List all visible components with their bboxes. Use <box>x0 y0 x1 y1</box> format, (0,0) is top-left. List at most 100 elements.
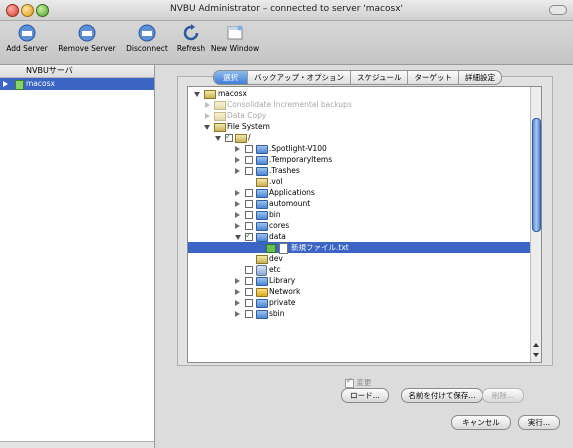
scroll-down-icon[interactable] <box>533 353 539 357</box>
folder-icon <box>256 200 268 209</box>
include-checkbox[interactable] <box>245 299 253 307</box>
tree-row-label: .Spotlight-V100 <box>269 144 327 153</box>
tree-row[interactable]: Data Copy <box>188 110 530 121</box>
network-folder-icon <box>256 288 268 297</box>
tree-row[interactable]: Consolidate Incremental backups <box>188 99 530 110</box>
tree-row[interactable]: dev <box>188 253 530 264</box>
include-checked-icon[interactable] <box>266 244 276 253</box>
toolbar-toggle-icon[interactable] <box>549 5 567 15</box>
main-pane: 選択 バックアップ・オプション スケジュール ターゲット 詳細設定 macosx… <box>155 65 573 448</box>
disclosure-closed-icon[interactable] <box>235 168 240 174</box>
disclosure-closed-icon[interactable] <box>235 212 240 218</box>
disclosure-closed-icon[interactable] <box>235 223 240 229</box>
tree-row[interactable]: .vol <box>188 176 530 187</box>
disconnect-icon <box>138 24 156 42</box>
remove-server-label: Remove Server <box>58 44 116 53</box>
tree-row-label: sbin <box>269 309 285 318</box>
disclosure-open-icon[interactable] <box>204 125 210 130</box>
server-icon <box>15 80 24 90</box>
tree-row[interactable]: Applications <box>188 187 530 198</box>
include-checkbox[interactable] <box>245 167 253 175</box>
folder-icon <box>256 167 268 176</box>
tree-scrollbar[interactable] <box>530 87 541 362</box>
include-checkbox[interactable] <box>245 211 253 219</box>
disclosure-closed-icon[interactable] <box>235 190 240 196</box>
include-checkbox[interactable] <box>245 277 253 285</box>
disclosure-closed-icon[interactable] <box>235 311 240 317</box>
execute-button[interactable]: 実行... <box>518 415 560 430</box>
disconnect-button[interactable]: Disconnect <box>122 24 172 53</box>
scrollbar-thumb[interactable] <box>532 118 541 232</box>
window-title: NVBU Administrator – connected to server… <box>169 4 404 14</box>
refresh-button[interactable]: Refresh <box>174 24 208 53</box>
tab-backup-options[interactable]: バックアップ・オプション <box>248 71 351 84</box>
folder-icon <box>256 145 268 154</box>
tree-row-label: Data Copy <box>227 111 267 120</box>
tree-row[interactable]: .TemporaryItems <box>188 154 530 165</box>
new-window-label: New Window <box>210 44 260 53</box>
sidebar-item-macosx[interactable]: macosx <box>0 78 154 90</box>
disclosure-closed-icon[interactable] <box>235 300 240 306</box>
tab-advanced[interactable]: 詳細設定 <box>459 71 501 84</box>
tree-row[interactable]: sbin <box>188 308 530 319</box>
disclosure-closed-icon[interactable] <box>235 201 240 207</box>
tree-row[interactable]: automount <box>188 198 530 209</box>
include-checkbox[interactable] <box>245 200 253 208</box>
include-checkbox[interactable] <box>245 145 253 153</box>
tree-row[interactable]: File System <box>188 121 530 132</box>
tree-row[interactable]: cores <box>188 220 530 231</box>
tree-row[interactable]: data <box>188 230 530 242</box>
tree-row[interactable]: bin <box>188 209 530 220</box>
new-window-button[interactable]: New Window <box>210 24 260 53</box>
include-checkbox[interactable] <box>245 222 253 230</box>
include-checkbox[interactable] <box>245 189 253 197</box>
disclosure-closed-icon[interactable] <box>235 289 240 295</box>
tree-row[interactable]: etc <box>188 264 530 276</box>
tree-row[interactable]: macosx <box>188 88 530 99</box>
sidebar-footer <box>0 441 154 448</box>
folder-icon <box>256 211 268 220</box>
tree-row-label: Consolidate Incremental backups <box>227 100 352 109</box>
disclosure-triangle-icon[interactable] <box>3 81 8 87</box>
tree-row-label: data <box>269 232 286 241</box>
disclosure-open-icon[interactable] <box>215 136 221 141</box>
tab-selection[interactable]: 選択 <box>214 71 248 84</box>
scroll-up-icon[interactable] <box>533 343 539 347</box>
tree-row-label: / <box>248 133 251 142</box>
include-checkbox[interactable] <box>245 230 253 241</box>
cancel-button[interactable]: キャンセル <box>451 415 511 430</box>
tree-row-selected[interactable]: 新規ファイル.txt <box>188 242 530 254</box>
new-window-icon <box>227 25 243 40</box>
include-checkbox[interactable] <box>245 156 253 164</box>
tree-row-label: private <box>269 298 296 307</box>
add-server-button[interactable]: Add Server <box>2 24 52 53</box>
tab-schedule[interactable]: スケジュール <box>351 71 409 84</box>
save-as-button[interactable]: 名前を付けて保存... <box>401 388 483 403</box>
changed-checkbox[interactable]: 変更 <box>345 376 371 388</box>
include-checkbox[interactable] <box>245 288 253 296</box>
tree-row-label: .TemporaryItems <box>269 155 333 164</box>
tree-row[interactable]: Library <box>188 275 530 286</box>
disclosure-open-icon[interactable] <box>235 235 241 240</box>
tree-row[interactable]: Network <box>188 286 530 297</box>
remove-server-button[interactable]: Remove Server <box>54 24 120 53</box>
selection-tree: macosx Consolidate Incremental backups D… <box>187 86 542 363</box>
include-checkbox[interactable] <box>245 310 253 318</box>
include-checkbox[interactable] <box>225 131 233 142</box>
disclosure-closed-icon[interactable] <box>235 278 240 284</box>
tab-target[interactable]: ターゲット <box>408 71 459 84</box>
tree-row[interactable]: private <box>188 297 530 308</box>
disclosure-open-icon[interactable] <box>194 92 200 97</box>
disclosure-closed-icon[interactable] <box>235 146 240 152</box>
disclosure-closed-icon[interactable] <box>205 113 210 119</box>
disclosure-closed-icon[interactable] <box>235 157 240 163</box>
sidebar-header: NVBUサーバ <box>0 65 154 78</box>
tree-row[interactable]: / <box>188 131 530 143</box>
tree-row-label: automount <box>269 199 311 208</box>
disclosure-closed-icon[interactable] <box>205 102 210 108</box>
delete-button[interactable]: 削除... <box>482 388 524 403</box>
include-checkbox[interactable] <box>245 266 253 274</box>
load-button[interactable]: ロード... <box>341 388 389 403</box>
tree-row[interactable]: .Spotlight-V100 <box>188 143 530 154</box>
tree-row[interactable]: .Trashes <box>188 165 530 176</box>
